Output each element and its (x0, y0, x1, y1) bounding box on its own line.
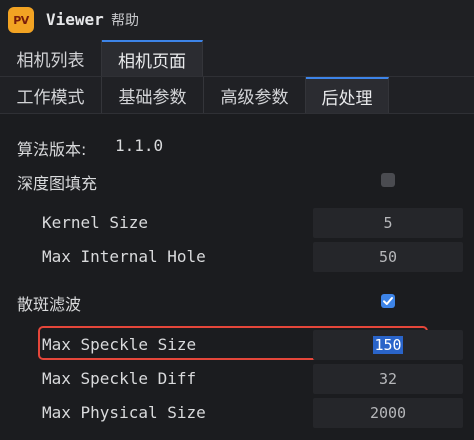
title-bar: PV Viewer 帮助 (0, 0, 474, 41)
speckle-filter-checkbox[interactable] (381, 294, 395, 308)
max-internal-hole-value: 50 (378, 248, 398, 266)
app-title: Viewer (46, 10, 104, 29)
settings-tab-bar: 工作模式 基础参数 高级参数 后处理 (0, 77, 474, 114)
depth-fill-label: 深度图填充 (17, 174, 98, 193)
tab-camera-page[interactable]: 相机页面 (102, 40, 203, 76)
max-speckle-size-label: Max Speckle Size (42, 335, 197, 354)
max-physical-size-input[interactable]: 2000 (313, 398, 463, 428)
speckle-filter-label: 散斑滤波 (17, 295, 82, 314)
tab-work-mode[interactable]: 工作模式 (0, 77, 102, 113)
tab-label: 后处理 (321, 88, 373, 109)
max-internal-hole-input[interactable]: 50 (313, 242, 463, 272)
tab-label: 基础参数 (118, 87, 187, 108)
max-speckle-size-value: 150 (373, 336, 403, 354)
max-physical-size-label: Max Physical Size (42, 403, 206, 422)
camera-tab-bar: 相机列表 相机页面 (0, 40, 474, 77)
max-speckle-diff-input[interactable]: 32 (313, 364, 463, 394)
tab-label: 高级参数 (220, 87, 289, 108)
kernel-size-value: 5 (383, 214, 393, 232)
check-icon (383, 297, 393, 305)
tab-advanced-params[interactable]: 高级参数 (204, 77, 306, 113)
tab-basic-params[interactable]: 基础参数 (102, 77, 204, 113)
tab-post-processing[interactable]: 后处理 (306, 77, 389, 113)
depth-fill-checkbox[interactable] (381, 173, 395, 187)
max-physical-size-value: 2000 (369, 404, 407, 422)
app-logo-icon: PV (8, 7, 34, 33)
algorithm-version-label: 算法版本: (17, 140, 87, 159)
max-speckle-diff-value: 32 (378, 370, 398, 388)
post-processing-panel: 算法版本: 1.1.0 深度图填充 Kernel Size 5 Max Inte… (0, 114, 474, 440)
tab-label: 相机列表 (16, 50, 85, 71)
max-internal-hole-label: Max Internal Hole (42, 247, 206, 266)
max-speckle-diff-label: Max Speckle Diff (42, 369, 197, 388)
kernel-size-input[interactable]: 5 (313, 208, 463, 238)
tab-label: 工作模式 (16, 87, 85, 108)
app-logo-text: PV (13, 13, 29, 27)
algorithm-version-value: 1.1.0 (115, 136, 164, 155)
menu-help[interactable]: 帮助 (111, 10, 139, 30)
max-speckle-size-input[interactable]: 150 (313, 330, 463, 360)
tab-camera-list[interactable]: 相机列表 (0, 40, 102, 76)
tab-label: 相机页面 (118, 51, 186, 72)
kernel-size-label: Kernel Size (42, 213, 148, 232)
